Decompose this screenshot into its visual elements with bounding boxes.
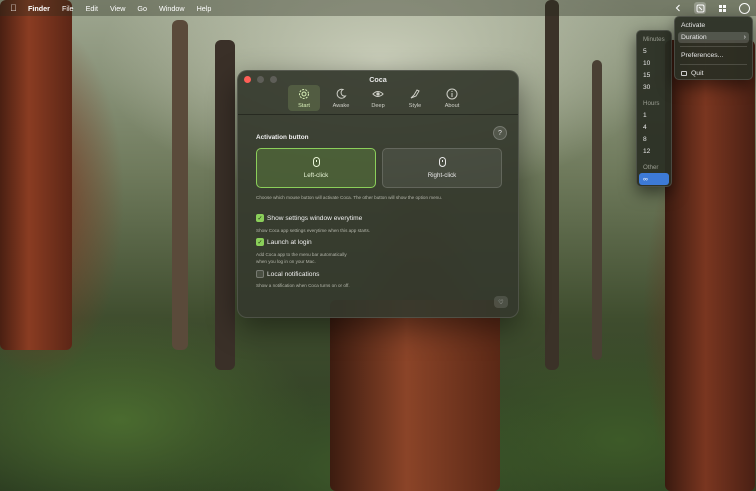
coca-settings-window: Coca Start Awake Deep Style About Activa… bbox=[237, 70, 519, 318]
help-button[interactable]: ? bbox=[493, 126, 507, 140]
duration-minutes-10[interactable]: 10 bbox=[639, 57, 669, 69]
activate-label: Activate bbox=[681, 22, 706, 29]
activation-hint: Choose which mouse button will activate … bbox=[256, 195, 443, 200]
background-tree bbox=[665, 40, 755, 491]
tab-about[interactable]: About bbox=[436, 85, 468, 111]
toolbar-divider bbox=[238, 114, 518, 115]
background-tree bbox=[592, 60, 602, 360]
background-tree bbox=[545, 0, 559, 370]
background-tree bbox=[215, 40, 235, 370]
duration-label: Duration bbox=[681, 34, 707, 41]
window-title: Coca bbox=[369, 75, 387, 84]
menu-finder[interactable]: Finder bbox=[28, 4, 50, 13]
menu-item-quit[interactable]: Quit bbox=[678, 68, 749, 79]
local-notifications-hint: Show a notification when Coca turns on o… bbox=[256, 283, 350, 288]
hours-header: Hours bbox=[643, 100, 660, 107]
moon-icon bbox=[335, 88, 347, 100]
status-icons bbox=[672, 2, 750, 14]
duration-infinite[interactable]: ∞ bbox=[639, 173, 669, 185]
menu-window[interactable]: Window bbox=[159, 4, 185, 13]
launch-at-login-hint-1: Add Coca app to the menu bar automatical… bbox=[256, 252, 347, 257]
launch-at-login-label: Launch at login bbox=[267, 238, 312, 246]
tab-awake[interactable]: Awake bbox=[325, 85, 357, 111]
background-tree bbox=[0, 0, 72, 350]
duration-hours-8[interactable]: 8 bbox=[639, 133, 669, 145]
menu-go[interactable]: Go bbox=[137, 4, 147, 13]
duration-minutes-15[interactable]: 15 bbox=[639, 69, 669, 81]
show-settings-hint: Show Coca app settings everytime when th… bbox=[256, 228, 371, 233]
info-icon bbox=[446, 88, 458, 100]
menu-bar:  Finder File Edit View Go Window Help bbox=[0, 0, 756, 16]
duration-minutes-5[interactable]: 5 bbox=[639, 45, 669, 57]
brush-icon bbox=[409, 88, 421, 100]
duration-hours-12[interactable]: 12 bbox=[639, 145, 669, 157]
checkmark-icon[interactable]: ✓ bbox=[256, 238, 264, 246]
launch-at-login-hint-2: when you log in on your Mac. bbox=[256, 259, 316, 264]
tab-start[interactable]: Start bbox=[288, 85, 320, 111]
gear-icon bbox=[298, 88, 310, 100]
background-tree bbox=[172, 20, 188, 350]
tab-style[interactable]: Style bbox=[399, 85, 431, 111]
control-center-icon[interactable] bbox=[716, 2, 728, 14]
tab-label: About bbox=[444, 103, 460, 109]
checkbox-empty[interactable] bbox=[256, 270, 264, 278]
show-settings-checkbox-row[interactable]: ✓ Show settings window everytime bbox=[256, 214, 362, 222]
checkmark-icon[interactable]: ✓ bbox=[256, 214, 264, 222]
background-tree bbox=[330, 300, 500, 491]
tab-deep[interactable]: Deep bbox=[362, 85, 394, 111]
local-notifications-checkbox-row[interactable]: Local notifications bbox=[256, 270, 319, 278]
tab-label: Deep bbox=[371, 103, 385, 109]
apple-logo-icon[interactable]:  bbox=[10, 3, 20, 13]
toolbar-tabs: Start Awake Deep Style About bbox=[288, 85, 468, 111]
coca-status-menu: Activate Duration › Preferences... Quit bbox=[674, 16, 753, 80]
menu-item-activate[interactable]: Activate bbox=[678, 20, 749, 31]
minutes-header: Minutes bbox=[643, 36, 665, 43]
left-click-option[interactable]: Left-click bbox=[256, 148, 376, 188]
menu-separator bbox=[680, 46, 747, 47]
activation-button-heading: Activation button bbox=[256, 134, 309, 141]
chevron-right-icon: › bbox=[743, 34, 746, 41]
coca-status-icon[interactable] bbox=[694, 2, 706, 14]
quit-label: Quit bbox=[691, 70, 704, 77]
duration-hours-4[interactable]: 4 bbox=[639, 121, 669, 133]
other-header: Other bbox=[643, 164, 659, 171]
duration-hours-1[interactable]: 1 bbox=[639, 109, 669, 121]
tab-label: Awake bbox=[332, 103, 350, 109]
preferences-label: Preferences... bbox=[681, 52, 724, 59]
tab-label: Style bbox=[408, 103, 422, 109]
menu-file[interactable]: File bbox=[62, 4, 74, 13]
question-mark-icon: ? bbox=[498, 129, 502, 137]
menu-view[interactable]: View bbox=[110, 4, 125, 13]
siri-icon[interactable] bbox=[738, 2, 750, 14]
eye-icon bbox=[372, 88, 384, 100]
chevron-left-icon[interactable] bbox=[672, 2, 684, 14]
menu-edit[interactable]: Edit bbox=[86, 4, 98, 13]
heart-icon: ♡ bbox=[498, 299, 504, 306]
duration-minutes-30[interactable]: 30 bbox=[639, 81, 669, 93]
right-click-option[interactable]: Right-click bbox=[382, 148, 502, 188]
menu-help[interactable]: Help bbox=[197, 4, 212, 13]
right-click-label: Right-click bbox=[427, 172, 457, 179]
local-notifications-label: Local notifications bbox=[267, 270, 320, 278]
show-settings-label: Show settings window everytime bbox=[267, 214, 363, 222]
menu-item-duration[interactable]: Duration › bbox=[678, 32, 749, 43]
mouse-icon bbox=[438, 157, 446, 167]
launch-at-login-checkbox-row[interactable]: ✓ Launch at login bbox=[256, 238, 312, 246]
menu-separator bbox=[680, 64, 747, 65]
quit-icon bbox=[681, 71, 687, 76]
mouse-icon bbox=[312, 157, 320, 167]
tab-label: Start bbox=[298, 103, 310, 109]
menu-item-preferences[interactable]: Preferences... bbox=[678, 50, 749, 61]
duration-submenu: Minutes 5 10 15 30 Hours 1 4 8 12 Other … bbox=[636, 30, 672, 187]
left-click-label: Left-click bbox=[303, 172, 329, 179]
heart-button[interactable]: ♡ bbox=[494, 296, 508, 308]
